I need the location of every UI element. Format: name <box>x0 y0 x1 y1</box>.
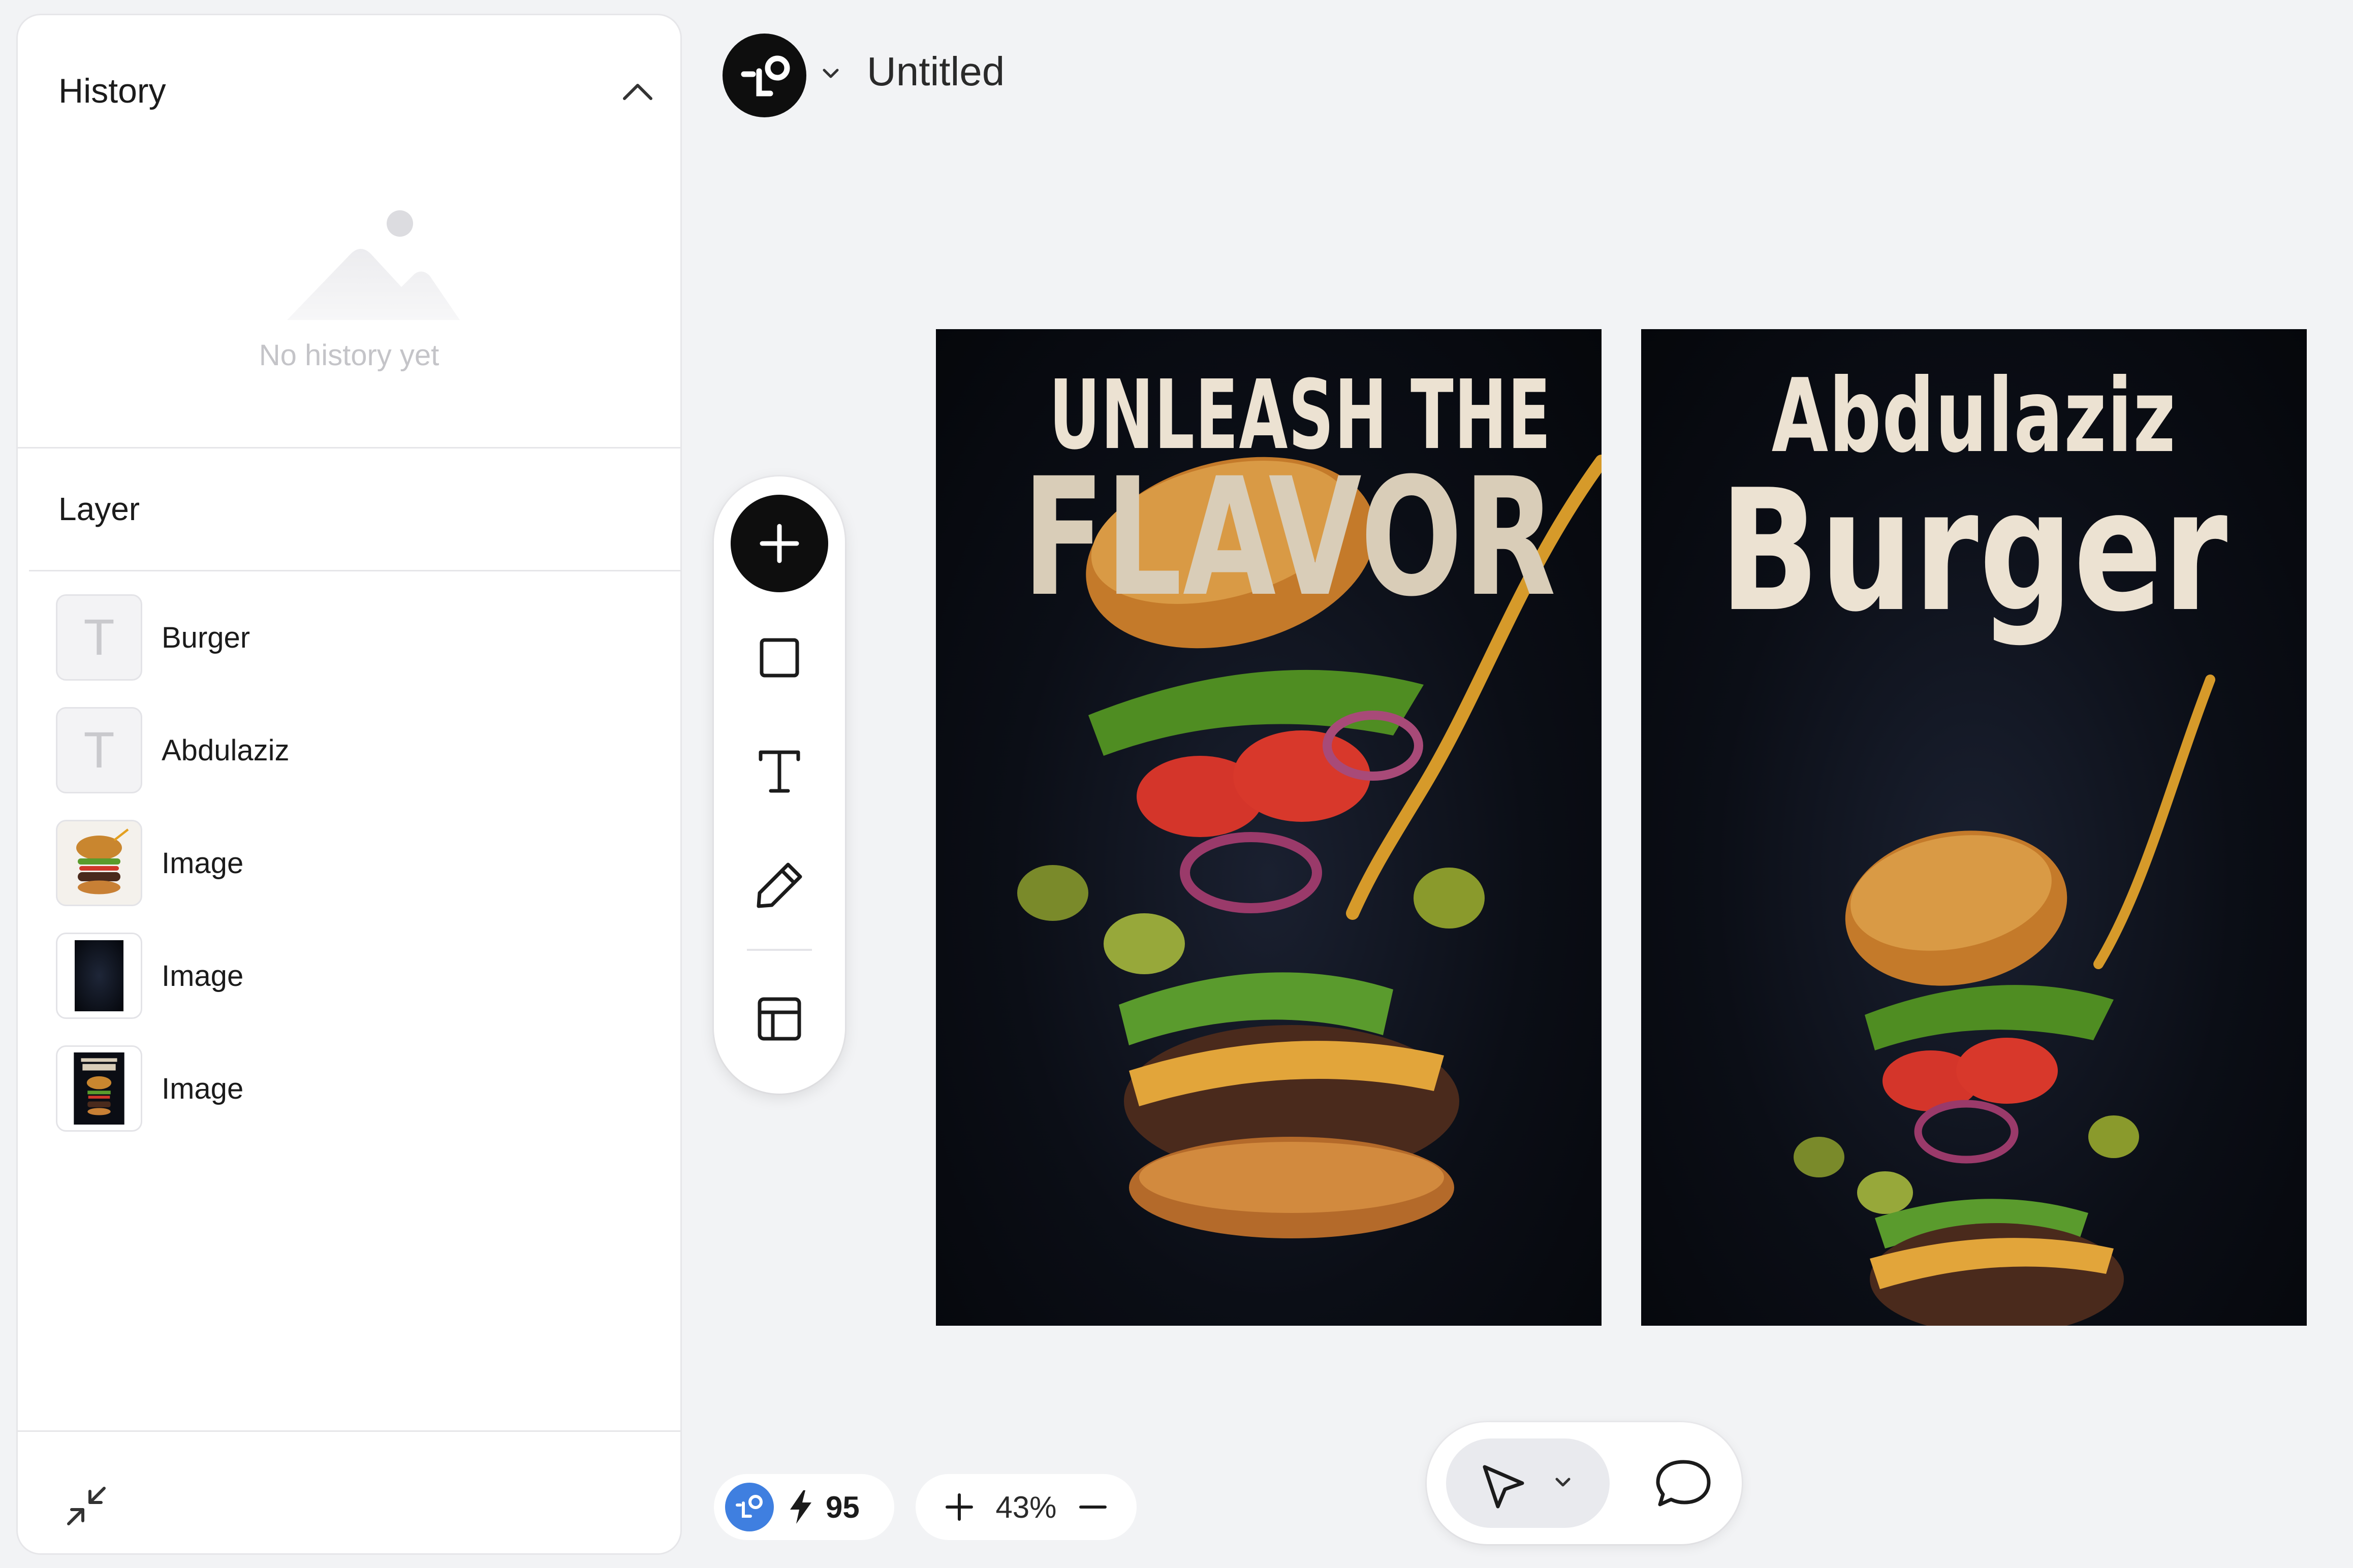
zoom-level: 43% <box>995 1490 1057 1524</box>
history-title: History <box>58 72 166 110</box>
divider <box>18 1430 680 1432</box>
document-title[interactable]: Untitled <box>867 48 1005 95</box>
rectangle-icon[interactable] <box>746 625 812 691</box>
add-icon <box>760 524 799 563</box>
divider <box>29 570 680 571</box>
chevron-down-icon[interactable] <box>818 61 843 86</box>
zoom-out-icon[interactable] <box>1073 1487 1113 1527</box>
history-header: History <box>18 15 680 142</box>
credit-logo-icon <box>725 1483 774 1531</box>
layer-list: T Burger T Abdulaziz Image Image Image <box>56 594 666 1158</box>
comment-icon[interactable] <box>1648 1448 1719 1519</box>
layer-item-abdulaziz[interactable]: T Abdulaziz <box>56 707 666 793</box>
layer-name: Image <box>162 846 244 880</box>
layout-icon[interactable] <box>746 986 812 1052</box>
layer-name: Burger <box>162 621 250 654</box>
artboard-abdulaziz-burger[interactable]: Abdulaziz Burger <box>1641 329 2307 1326</box>
tool-palette <box>714 476 845 1094</box>
layer-name: Image <box>162 1072 244 1105</box>
lo-logo-icon[interactable] <box>723 34 806 117</box>
pointer-icon <box>1483 1465 1571 1509</box>
chevron-up-icon[interactable] <box>617 76 658 107</box>
zoom-control: 43% <box>916 1474 1137 1540</box>
poster-headline-line2: FLAVOR <box>1022 443 1557 632</box>
side-panel: History No history yet Layer T Burger T … <box>16 14 682 1555</box>
collapse-icon[interactable] <box>58 1478 114 1534</box>
lightning-icon <box>790 1490 811 1524</box>
poster-image-thumbnail <box>56 1045 142 1132</box>
artboard-flavor-poster[interactable]: UNLEASH THE FLAVOR <box>936 329 1602 1326</box>
pen-icon[interactable] <box>746 852 812 918</box>
credits-badge[interactable]: 95 <box>714 1474 894 1540</box>
layer-name: Abdulaziz <box>162 733 290 767</box>
divider <box>747 949 812 951</box>
credit-count: 95 <box>826 1490 860 1524</box>
layer-item-image-poster[interactable]: Image <box>56 1045 666 1132</box>
background-image-thumbnail <box>56 933 142 1019</box>
history-empty-text: No history yet <box>259 339 440 372</box>
layer-name: Image <box>162 959 244 993</box>
interaction-toolbar <box>1427 1422 1742 1544</box>
layer-item-burger[interactable]: T Burger <box>56 594 666 681</box>
poster-title-line2: Burger <box>1719 454 2229 649</box>
divider <box>18 447 680 449</box>
burger-image-thumbnail <box>56 820 142 906</box>
text-icon[interactable] <box>746 738 812 804</box>
select-tool-button[interactable] <box>1446 1438 1610 1528</box>
layer-item-image-background[interactable]: Image <box>56 933 666 1019</box>
empty-image-icon <box>287 210 460 320</box>
text-layer-icon: T <box>56 707 142 793</box>
text-layer-icon: T <box>56 594 142 681</box>
zoom-in-icon[interactable] <box>939 1487 980 1527</box>
layer-section-title: Layer <box>58 491 140 527</box>
add-button[interactable] <box>731 495 828 592</box>
layer-item-image-burger[interactable]: Image <box>56 820 666 906</box>
